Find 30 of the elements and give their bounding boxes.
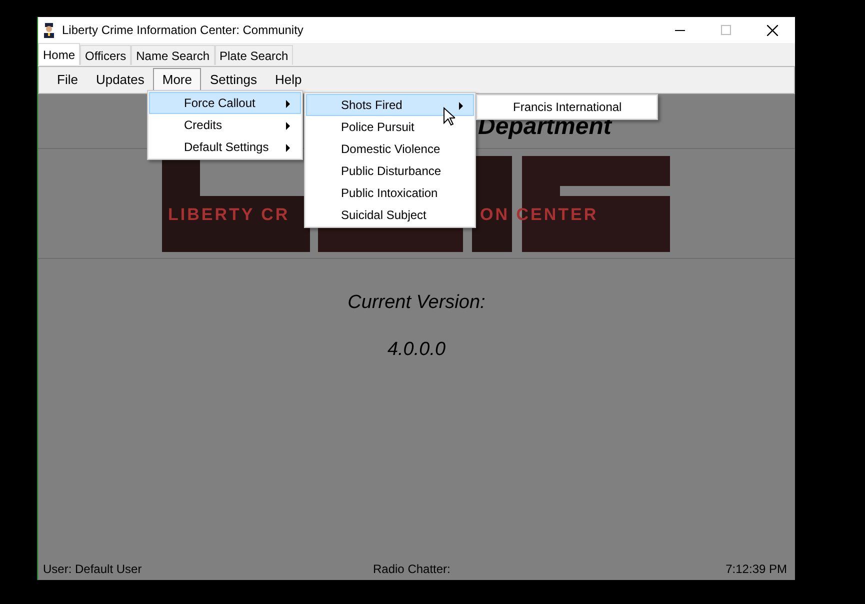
tab[interactable]: Home — [38, 43, 80, 65]
tab[interactable]: Officers — [80, 45, 132, 65]
police-officer-icon — [43, 22, 55, 38]
window-title: Liberty Crime Information Center: Community — [62, 22, 304, 39]
tab[interactable]: Plate Search — [214, 45, 294, 65]
version-number: 4.0.0.0 — [387, 338, 446, 362]
maximize-icon — [721, 25, 731, 35]
menu-bar-item[interactable]: Settings — [201, 68, 266, 92]
clock-time: 7:12:39 PM — [726, 561, 788, 578]
menu-item[interactable]: Francis International — [478, 96, 656, 118]
tab[interactable]: Name Search — [131, 45, 215, 65]
menu-item[interactable]: Public Disturbance — [306, 160, 474, 182]
menu-item[interactable]: Credits — [149, 114, 301, 136]
menu-item[interactable]: Suicidal Subject — [306, 204, 474, 226]
mouse-cursor-icon — [443, 107, 455, 126]
user-status: User: Default User — [43, 561, 143, 578]
menu-bar-item[interactable]: Updates — [86, 68, 154, 92]
menu-bar-item[interactable]: Help — [266, 68, 311, 92]
menu-item[interactable]: Police Pursuit — [306, 116, 474, 138]
menu-item[interactable]: Public Intoxication — [306, 182, 474, 204]
menu-bar-item[interactable]: More — [153, 68, 201, 92]
menu-item[interactable]: Shots Fired — [306, 94, 474, 116]
version-label: Current Version: — [348, 291, 486, 315]
menu-item[interactable]: Force Callout — [149, 92, 301, 114]
close-icon — [766, 24, 778, 36]
logo-text: LIBERTY CR — [168, 204, 290, 226]
menu-item[interactable]: Domestic Violence — [306, 138, 474, 160]
menu-bar-item[interactable]: File — [48, 68, 87, 92]
radio-chatter-status: Radio Chatter: — [373, 561, 450, 578]
menu-item[interactable]: Default Settings — [149, 136, 301, 158]
